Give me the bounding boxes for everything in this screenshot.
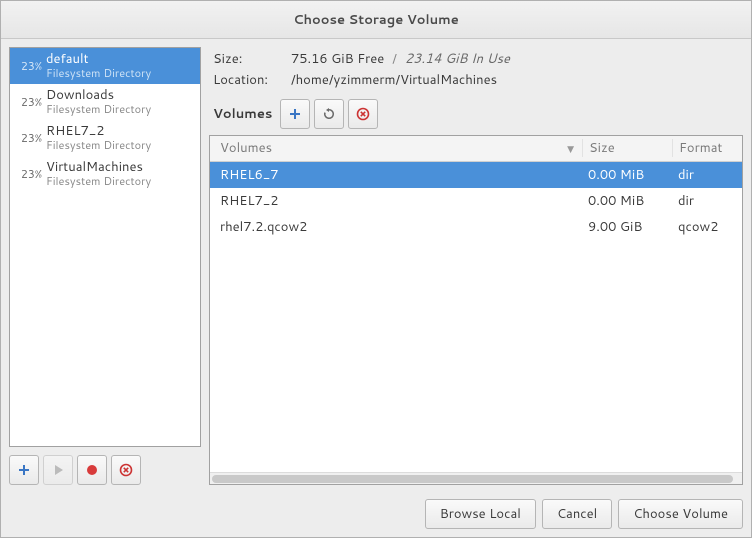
volumes-label: Volumes — [213, 105, 272, 123]
table-body: RHEL6_70.00 MiBdirRHEL7_20.00 MiBdirrhel… — [210, 162, 742, 472]
size-sep: / — [392, 49, 397, 70]
choose-volume-button[interactable]: Choose Volume — [618, 499, 743, 529]
pool-list: 23%defaultFilesystem Directory23%Downloa… — [9, 47, 201, 447]
cell-volume-name: RHEL7_2 — [210, 192, 582, 210]
footer-buttons: Browse Local Cancel Choose Volume — [425, 499, 743, 529]
location-value: /home/yzimmerm/VirtualMachines — [291, 70, 497, 91]
stop-icon — [85, 463, 99, 477]
main-panel: Size: 75.16 GiB Free / 23.14 GiB In Use … — [209, 47, 743, 485]
cell-volume-name: RHEL6_7 — [210, 166, 582, 184]
col-size[interactable]: Size — [582, 139, 672, 157]
col-size-label: Size — [589, 139, 615, 157]
cell-volume-name: rhel7.2.qcow2 — [210, 218, 582, 236]
col-format-label: Format — [679, 139, 722, 157]
pool-text: VirtualMachinesFilesystem Directory — [46, 160, 151, 188]
pool-item[interactable]: 23%RHEL7_2Filesystem Directory — [10, 120, 200, 156]
pool-text: defaultFilesystem Directory — [46, 52, 151, 80]
size-label: Size: — [213, 49, 285, 70]
table-row[interactable]: rhel7.2.qcow29.00 GiBqcow2 — [210, 214, 742, 240]
delete-volume-button[interactable] — [348, 99, 378, 129]
size-free: 75.16 GiB Free — [291, 49, 384, 70]
cell-volume-format: dir — [672, 166, 742, 184]
titlebar: Choose Storage Volume — [1, 1, 751, 39]
cell-volume-size: 9.00 GiB — [582, 218, 672, 236]
table-row[interactable]: RHEL6_70.00 MiBdir — [210, 162, 742, 188]
pool-item[interactable]: 23%VirtualMachinesFilesystem Directory — [10, 156, 200, 192]
col-volumes[interactable]: Volumes ▼ — [210, 139, 582, 157]
table-row[interactable]: RHEL7_20.00 MiBdir — [210, 188, 742, 214]
sidebar-wrap: 23%defaultFilesystem Directory23%Downloa… — [9, 47, 201, 485]
add-pool-button[interactable] — [9, 455, 39, 485]
col-volumes-label: Volumes — [220, 139, 272, 157]
col-format[interactable]: Format — [672, 139, 742, 157]
pool-percent: 23% — [16, 94, 42, 110]
delete-pool-button[interactable] — [111, 455, 141, 485]
pool-text: DownloadsFilesystem Directory — [46, 88, 151, 116]
info-rows: Size: 75.16 GiB Free / 23.14 GiB In Use … — [209, 47, 743, 97]
delete-icon — [119, 463, 133, 477]
footer: Browse Local Cancel Choose Volume — [1, 493, 751, 537]
browse-local-label: Browse Local — [440, 505, 521, 523]
sort-indicator-icon: ▼ — [567, 142, 574, 155]
storage-volume-dialog: Choose Storage Volume 23%defaultFilesyst… — [0, 0, 752, 538]
delete-icon — [356, 107, 370, 121]
window-title: Choose Storage Volume — [293, 11, 458, 29]
volume-table: Volumes ▼ Size Format RHEL6_70.00 MiBdir… — [209, 135, 743, 485]
pool-subtitle: Filesystem Directory — [46, 139, 151, 152]
volume-buttons — [280, 99, 378, 129]
start-pool-button[interactable] — [43, 455, 73, 485]
pool-percent: 23% — [16, 130, 42, 146]
cell-volume-size: 0.00 MiB — [582, 166, 672, 184]
cell-volume-size: 0.00 MiB — [582, 192, 672, 210]
size-inuse: 23.14 GiB In Use — [405, 49, 510, 70]
pool-percent: 23% — [16, 58, 42, 74]
pool-toolbar — [9, 455, 201, 485]
browse-local-button[interactable]: Browse Local — [425, 499, 536, 529]
refresh-volume-button[interactable] — [314, 99, 344, 129]
pool-item[interactable]: 23%DownloadsFilesystem Directory — [10, 84, 200, 120]
play-icon — [51, 463, 65, 477]
location-label: Location: — [213, 70, 285, 91]
cancel-button[interactable]: Cancel — [542, 499, 612, 529]
pool-subtitle: Filesystem Directory — [46, 175, 151, 188]
cell-volume-format: qcow2 — [672, 218, 742, 236]
pool-item[interactable]: 23%defaultFilesystem Directory — [10, 48, 200, 84]
pool-subtitle: Filesystem Directory — [46, 103, 151, 116]
add-volume-button[interactable] — [280, 99, 310, 129]
horizontal-scrollbar[interactable] — [210, 472, 742, 484]
content-area: 23%defaultFilesystem Directory23%Downloa… — [1, 39, 751, 493]
pool-subtitle: Filesystem Directory — [46, 67, 151, 80]
stop-pool-button[interactable] — [77, 455, 107, 485]
scrollbar-thumb[interactable] — [212, 475, 733, 483]
refresh-icon — [322, 107, 336, 121]
volume-toolbar: Volumes — [209, 97, 743, 135]
size-row: Size: 75.16 GiB Free / 23.14 GiB In Use — [213, 49, 739, 70]
pool-percent: 23% — [16, 166, 42, 182]
plus-icon — [17, 463, 31, 477]
plus-icon — [288, 107, 302, 121]
cell-volume-format: dir — [672, 192, 742, 210]
cancel-label: Cancel — [557, 505, 597, 523]
table-header: Volumes ▼ Size Format — [210, 136, 742, 162]
pool-text: RHEL7_2Filesystem Directory — [46, 124, 151, 152]
choose-volume-label: Choose Volume — [633, 505, 728, 523]
location-row: Location: /home/yzimmerm/VirtualMachines — [213, 70, 739, 91]
